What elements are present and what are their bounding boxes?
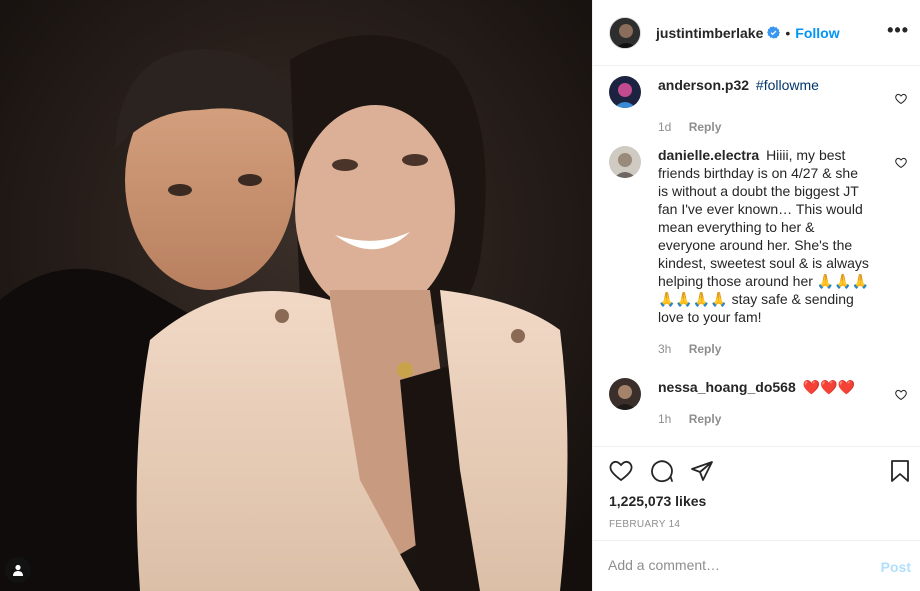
comment-like-heart-icon[interactable]	[895, 388, 907, 404]
comment-time: 1h	[658, 412, 672, 426]
commenter-username[interactable]: danielle.electra	[658, 147, 759, 163]
comment-hashtag[interactable]: #followme	[756, 77, 819, 93]
separator-dot: •	[785, 24, 791, 41]
comment-content: ❤️❤️❤️	[802, 379, 855, 395]
comment-text: anderson.p32 #followme	[658, 76, 870, 94]
post-photo[interactable]	[0, 0, 592, 591]
like-heart-icon[interactable]	[608, 459, 634, 486]
tagged-users-button[interactable]	[5, 557, 31, 583]
comment-meta: 3h Reply	[658, 342, 721, 356]
comments-list[interactable]: anderson.p32 #followme 1d Reply danielle…	[593, 66, 920, 446]
commenter-username[interactable]: anderson.p32	[658, 77, 749, 93]
comment-composer: Post	[593, 540, 920, 591]
post-actions: 1,225,073 likes FEBRUARY 14	[593, 446, 920, 540]
reply-button[interactable]: Reply	[689, 412, 722, 426]
author-avatar-image	[610, 17, 640, 48]
comment-text: nessa_hoang_do568 ❤️❤️❤️	[658, 378, 870, 396]
user-icon	[13, 564, 23, 576]
commenter-avatar-image	[609, 76, 641, 108]
comment-content: Hiiii, my best friends birthday is on 4/…	[658, 147, 870, 325]
save-bookmark-icon[interactable]	[889, 459, 911, 486]
post-side-panel: justintimberlake • Follow ••• anderson.p…	[592, 0, 920, 591]
post-date[interactable]: FEBRUARY 14	[609, 519, 680, 530]
author-avatar[interactable]	[609, 16, 641, 49]
comment-bubble-icon[interactable]	[649, 459, 675, 486]
commenter-avatar[interactable]	[609, 378, 641, 410]
verified-badge-icon	[767, 26, 781, 39]
comment-item: nessa_hoang_do568 ❤️❤️❤️ 1h Reply	[609, 378, 909, 438]
author-username[interactable]: justintimberlake	[656, 25, 763, 41]
add-comment-input[interactable]	[608, 557, 858, 573]
comment-like-heart-icon[interactable]	[895, 92, 907, 108]
commenter-username[interactable]: nessa_hoang_do568	[658, 379, 796, 395]
commenter-avatar-image	[609, 146, 641, 178]
share-paper-plane-icon[interactable]	[689, 459, 715, 486]
comment-like-heart-icon[interactable]	[895, 156, 907, 172]
commenter-avatar-image	[609, 378, 641, 410]
likes-count[interactable]: 1,225,073 likes	[609, 493, 706, 509]
post-photo-image	[0, 0, 592, 591]
reply-button[interactable]: Reply	[689, 120, 722, 134]
more-options-icon[interactable]: •••	[887, 20, 909, 41]
post-header: justintimberlake • Follow •••	[593, 0, 920, 66]
follow-button[interactable]: Follow	[795, 25, 839, 41]
reply-button[interactable]: Reply	[689, 342, 722, 356]
comment-text: danielle.electra Hiiii, my best friends …	[658, 146, 870, 326]
comment-meta: 1h Reply	[658, 412, 721, 426]
comment-time: 3h	[658, 342, 672, 356]
comment-meta: 1d Reply	[658, 120, 721, 134]
commenter-avatar[interactable]	[609, 146, 641, 178]
post-comment-button[interactable]: Post	[881, 559, 911, 575]
comment-time: 1d	[658, 120, 672, 134]
commenter-avatar[interactable]	[609, 76, 641, 108]
comment-item: danielle.electra Hiiii, my best friends …	[609, 146, 909, 356]
comment-item: anderson.p32 #followme 1d Reply	[609, 76, 909, 136]
